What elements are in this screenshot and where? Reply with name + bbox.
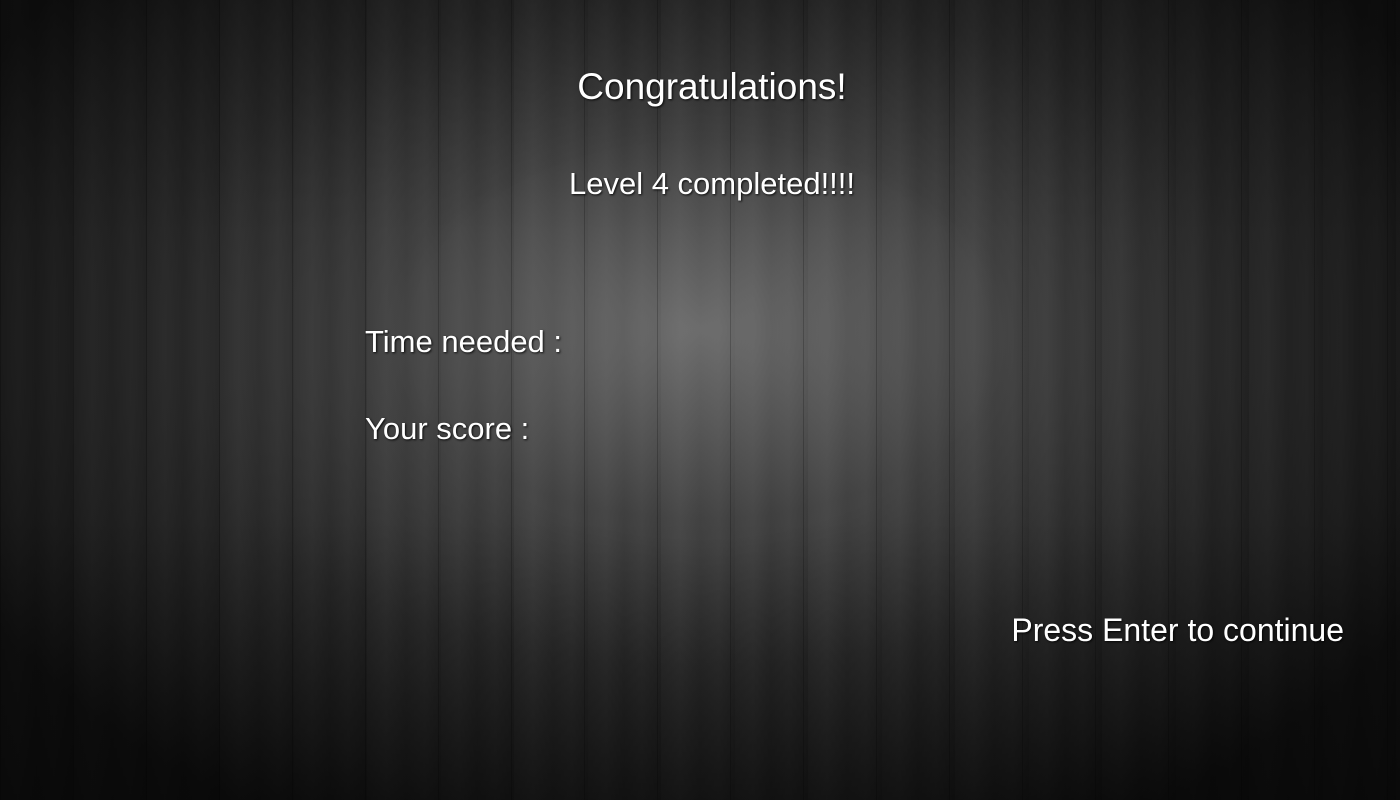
time-needed-label: Time needed : bbox=[365, 324, 563, 359]
your-score-label: Your score : bbox=[365, 411, 530, 446]
level-complete-screen: Congratulations! Level 4 completed!!!! T… bbox=[0, 0, 1400, 800]
background-vignette bbox=[0, 0, 1400, 800]
congratulations-title: Congratulations! bbox=[577, 66, 847, 107]
level-completed-message: Level 4 completed!!!! bbox=[568, 166, 856, 201]
press-enter-prompt[interactable]: Press Enter to continue bbox=[1011, 612, 1344, 649]
